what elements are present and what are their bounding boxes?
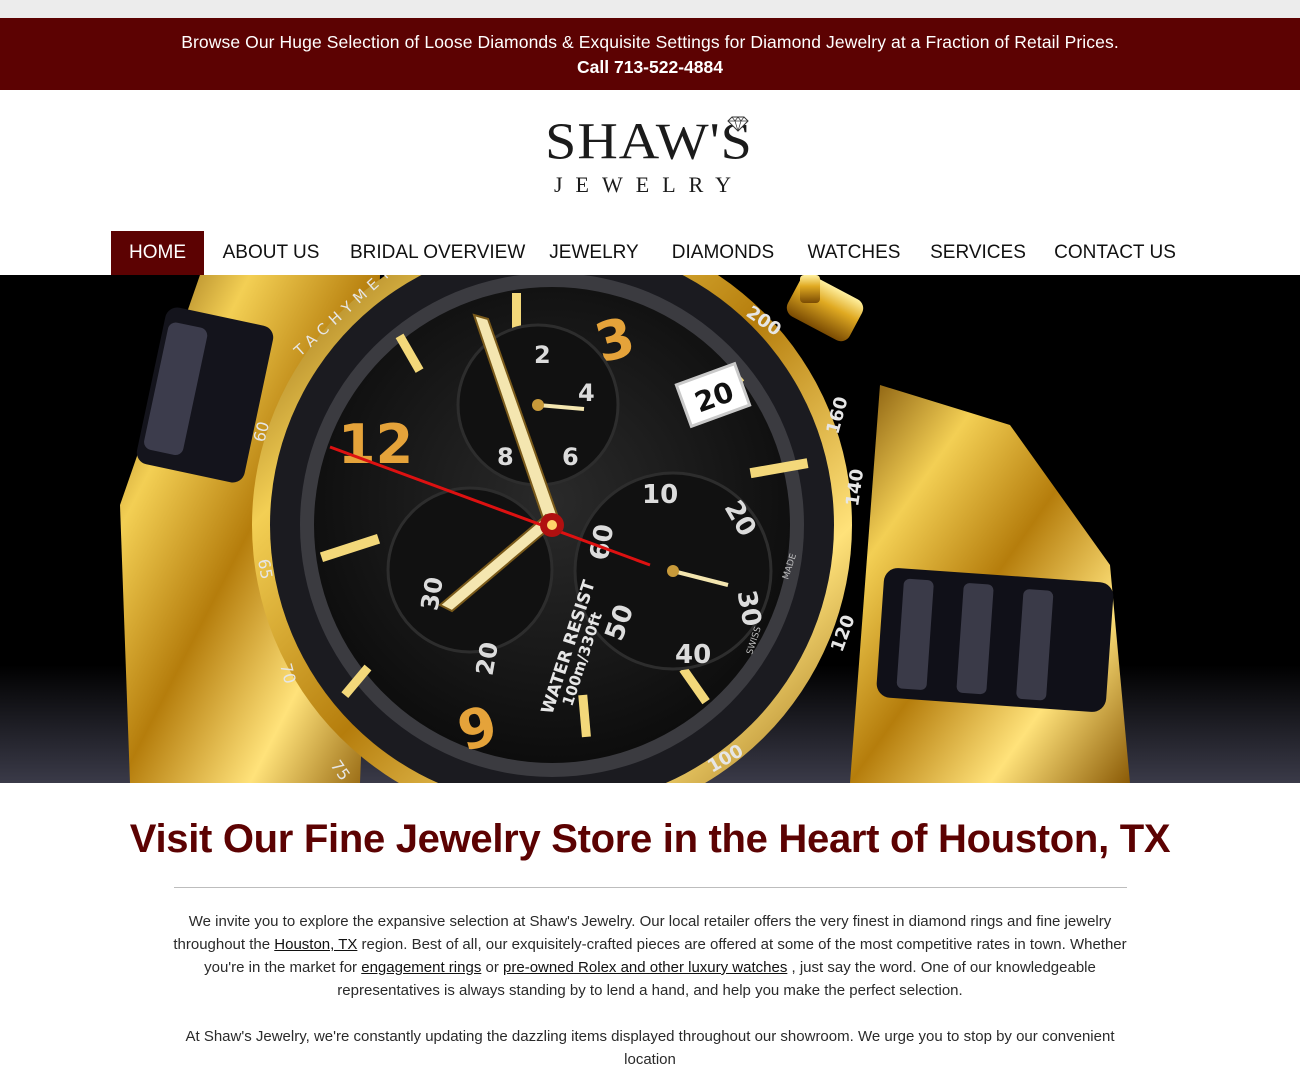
nav-about-us[interactable]: ABOUT US: [218, 231, 324, 275]
nav-services[interactable]: SERVICES: [929, 231, 1027, 275]
promo-phone-link[interactable]: Call 713-522-4884: [0, 54, 1300, 80]
nav-home[interactable]: HOME: [111, 231, 204, 275]
browser-top-strip: [0, 0, 1300, 18]
houston-link[interactable]: Houston, TX: [274, 936, 357, 953]
intro-text: or: [481, 959, 504, 976]
subdial-number: 2: [534, 341, 551, 369]
subdial-number: 8: [497, 443, 514, 471]
nav-diamonds[interactable]: DIAMONDS: [666, 231, 780, 275]
nav-contact-us[interactable]: CONTACT US: [1053, 231, 1177, 275]
nav-bridal-overview[interactable]: BRIDAL OVERVIEW: [350, 231, 525, 275]
divider: [174, 887, 1127, 888]
engagement-rings-link[interactable]: engagement rings: [361, 959, 481, 976]
subdial-number: 30: [731, 588, 767, 629]
bezel-number: 65: [254, 557, 276, 580]
subdial-number: 20: [471, 640, 504, 678]
promo-text: Browse Our Huge Selection of Loose Diamo…: [181, 32, 1119, 52]
nav-jewelry[interactable]: JEWELRY: [548, 231, 640, 275]
main-nav: HOME ABOUT US BRIDAL OVERVIEW JEWELRY DI…: [0, 231, 1300, 275]
hero-banner: 200 160 140 120 100 75 70 65 60 TACHYMET…: [0, 275, 1300, 783]
watch-illustration: 200 160 140 120 100 75 70 65 60 TACHYMET…: [0, 275, 1300, 783]
subdial-number: 6: [562, 443, 579, 471]
second-paragraph: At Shaw's Jewelry, we're constantly upda…: [185, 1028, 1115, 1068]
subdial-number: 4: [578, 379, 595, 407]
dial-numeral: 12: [338, 413, 413, 476]
intro-paragraph: We invite you to explore the expansive s…: [168, 910, 1132, 1002]
page-headline: Visit Our Fine Jewelry Store in the Hear…: [129, 817, 1171, 861]
subdial-number: 10: [642, 480, 678, 510]
promo-bar: Browse Our Huge Selection of Loose Diamo…: [0, 18, 1300, 90]
rolex-watches-link[interactable]: pre-owned Rolex and other luxury watches: [503, 959, 787, 976]
logo-area: [0, 90, 1300, 231]
subdial-number: 40: [675, 640, 711, 670]
nav-watches[interactable]: WATCHES: [805, 231, 903, 275]
